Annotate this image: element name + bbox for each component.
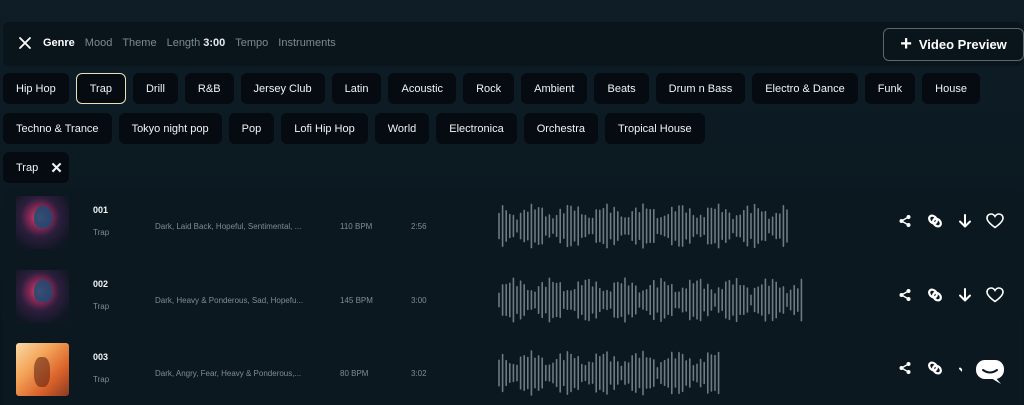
plus-icon: +	[900, 32, 912, 55]
link-icon[interactable]	[926, 212, 944, 230]
genre-chip-selected[interactable]: Trap	[75, 73, 126, 104]
genre-chips-row-1: Hip Hop Trap Drill R&B Jersey Club Latin…	[3, 73, 980, 104]
share-icon[interactable]	[896, 286, 914, 304]
track-genre: Trap	[93, 228, 110, 237]
genre-chip[interactable]: Hip Hop	[3, 73, 69, 104]
filter-tabs: Genre Mood Theme Length 3:00 Tempo Instru…	[43, 37, 336, 49]
track-bpm: 80 BPM	[340, 369, 369, 378]
track-genre: Trap	[93, 302, 110, 311]
share-icon[interactable]	[896, 359, 914, 377]
track-actions	[896, 286, 1004, 304]
track-number: 002	[93, 279, 109, 289]
active-filter-chip: Trap ✕	[3, 152, 69, 183]
video-preview-button[interactable]: + Video Preview	[883, 28, 1024, 61]
track-moods: Dark, Heavy & Ponderous, Sad, Hopefu...	[155, 296, 304, 305]
genre-chip[interactable]: Funk	[864, 73, 916, 104]
track-waveform[interactable]	[497, 349, 817, 397]
share-icon[interactable]	[896, 212, 914, 230]
track-row[interactable]: 002 Trap Dark, Heavy & Ponderous, Sad, H…	[3, 264, 1023, 334]
genre-chip[interactable]: Drum n Bass	[655, 73, 746, 104]
track-list: 001 Trap Dark, Laid Back, Hopeful, Senti…	[3, 190, 1023, 405]
track-actions	[896, 212, 1004, 230]
chat-button[interactable]	[962, 345, 1018, 399]
track-cover	[16, 270, 69, 323]
track-moods: Dark, Angry, Fear, Heavy & Ponderous,...	[155, 369, 302, 378]
track-cover	[16, 343, 69, 396]
genre-chip[interactable]: Techno & Trance	[3, 113, 112, 144]
genre-chip[interactable]: Lofi Hip Hop	[281, 113, 368, 144]
track-cover	[16, 196, 69, 249]
download-icon[interactable]	[956, 212, 974, 230]
tab-length[interactable]: Length 3:00	[167, 37, 226, 49]
filter-topbar: Genre Mood Theme Length 3:00 Tempo Instru…	[3, 22, 1024, 66]
track-row[interactable]: 003 Trap Dark, Angry, Fear, Heavy & Pond…	[3, 337, 1023, 405]
genre-chip[interactable]: Jersey Club	[240, 73, 325, 104]
genre-chip[interactable]: Ambient	[521, 73, 588, 104]
track-row[interactable]: 001 Trap Dark, Laid Back, Hopeful, Senti…	[3, 190, 1023, 260]
chat-icon	[976, 360, 1004, 384]
genre-chip[interactable]: Rock	[463, 73, 515, 104]
track-waveform[interactable]	[497, 202, 817, 250]
genre-chip[interactable]: Latin	[331, 73, 382, 104]
genre-chip[interactable]: Pop	[228, 113, 275, 144]
heart-icon[interactable]	[986, 212, 1004, 230]
genre-chip[interactable]: Tokyo night pop	[118, 113, 222, 144]
tab-mood[interactable]: Mood	[85, 37, 113, 49]
track-bpm: 110 BPM	[340, 222, 373, 231]
tab-tempo[interactable]: Tempo	[235, 37, 268, 49]
genre-chip[interactable]: Electro & Dance	[752, 73, 858, 104]
tab-instruments[interactable]: Instruments	[278, 37, 335, 49]
tab-genre[interactable]: Genre	[43, 37, 75, 49]
track-genre: Trap	[93, 375, 110, 384]
tab-theme[interactable]: Theme	[122, 37, 156, 49]
close-icon[interactable]	[17, 35, 33, 51]
genre-chip[interactable]: House	[922, 73, 980, 104]
track-bpm: 145 BPM	[340, 296, 373, 305]
video-preview-label: Video Preview	[918, 37, 1007, 52]
remove-filter-icon[interactable]: ✕	[50, 159, 63, 177]
active-filter-label: Trap	[16, 161, 39, 174]
genre-chip[interactable]: Electronica	[436, 113, 517, 144]
heart-icon[interactable]	[986, 286, 1004, 304]
genre-chip[interactable]: World	[374, 113, 430, 144]
link-icon[interactable]	[926, 286, 944, 304]
genre-chip[interactable]: Acoustic	[388, 73, 457, 104]
download-icon[interactable]	[956, 286, 974, 304]
genre-chip[interactable]: Beats	[594, 73, 649, 104]
track-waveform[interactable]	[497, 276, 817, 324]
track-duration: 2:56	[411, 222, 427, 231]
track-number: 003	[93, 352, 109, 362]
genre-chip[interactable]: Drill	[132, 73, 178, 104]
length-value: 3:00	[203, 37, 226, 49]
track-duration: 3:00	[411, 296, 427, 305]
track-duration: 3:02	[411, 369, 427, 378]
genre-chip[interactable]: Orchestra	[523, 113, 598, 144]
genre-chip[interactable]: R&B	[184, 73, 234, 104]
link-icon[interactable]	[926, 359, 944, 377]
genre-chips-row-2: Techno & Trance Tokyo night pop Pop Lofi…	[3, 113, 705, 144]
track-number: 001	[93, 205, 109, 215]
tab-length-label: Length	[166, 37, 201, 49]
track-moods: Dark, Laid Back, Hopeful, Sentimental, .…	[155, 222, 302, 231]
genre-chip[interactable]: Tropical House	[605, 113, 705, 144]
